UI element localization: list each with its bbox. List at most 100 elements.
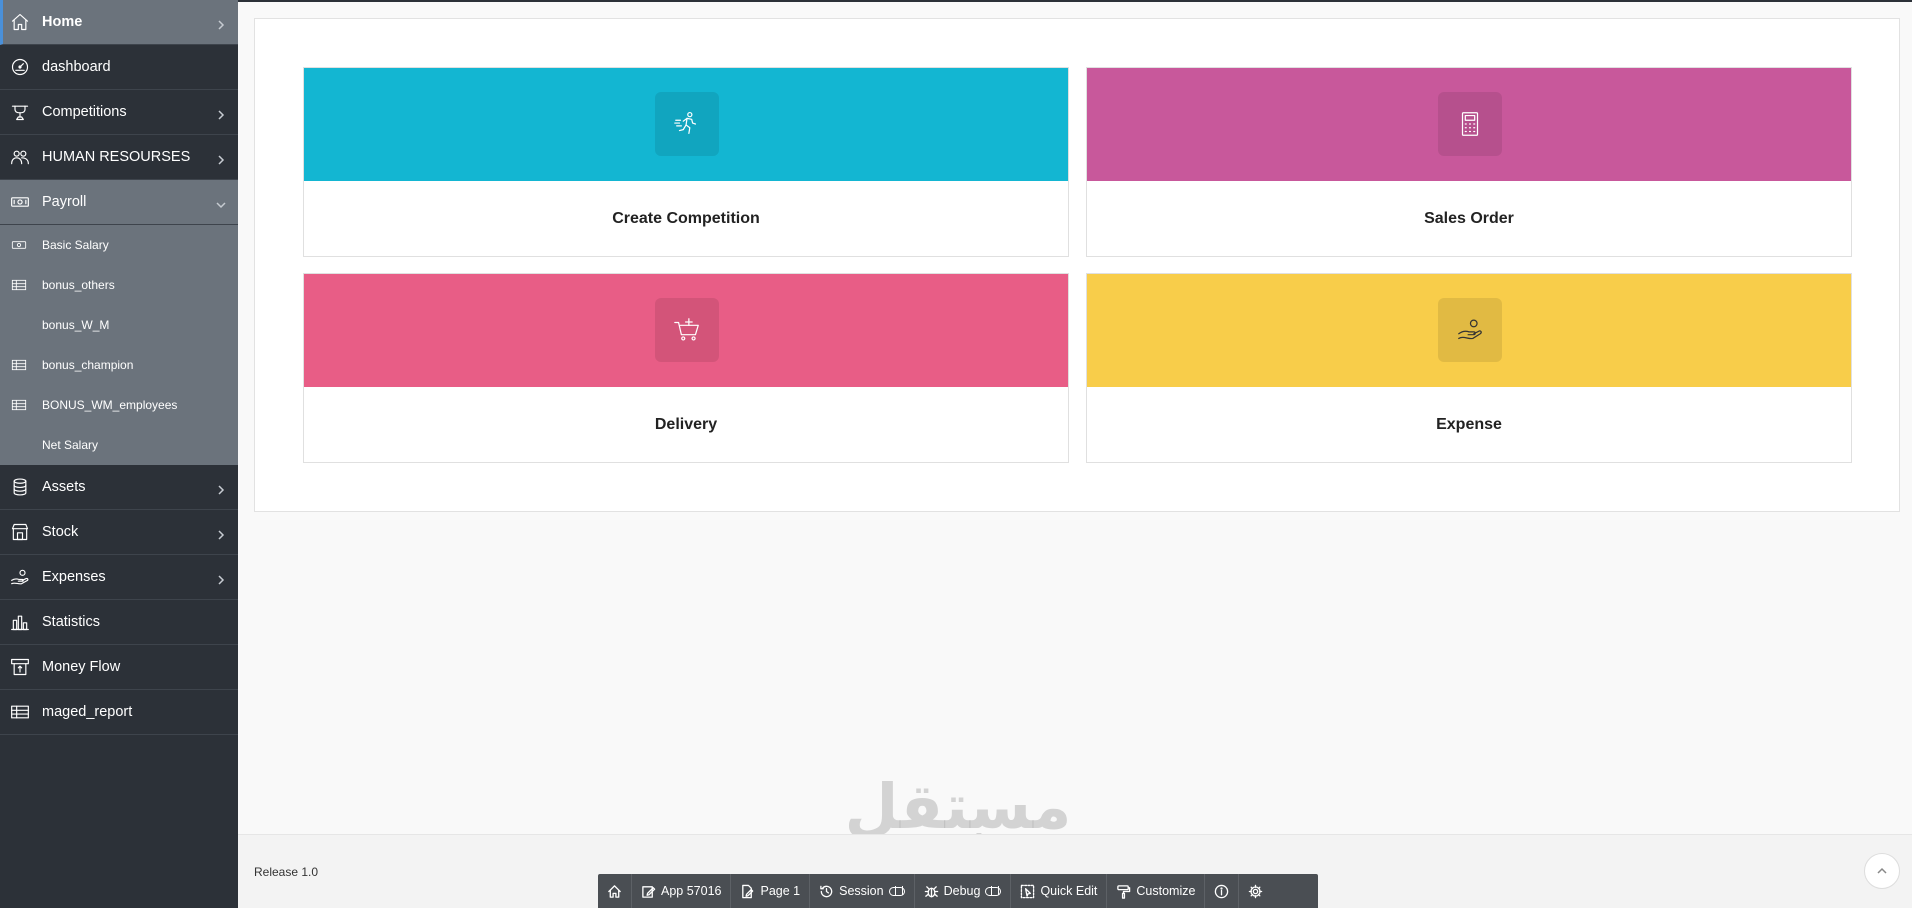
dev-session-button[interactable]: Session <box>810 874 915 908</box>
card-title: Create Competition <box>612 210 760 227</box>
chevron-up-icon <box>1877 867 1887 874</box>
dev-app-button[interactable]: App 57016 <box>632 874 732 908</box>
scroll-to-top-button[interactable] <box>1864 853 1900 889</box>
dev-customize-button[interactable]: Customize <box>1107 874 1206 908</box>
sidebar-subitem-bonus-champion[interactable]: bonus_champion <box>0 345 238 385</box>
sidebar-item-human-resources[interactable]: HUMAN RESOURSES <box>0 135 238 180</box>
dev-home-button[interactable] <box>598 874 632 908</box>
chevron-right-icon <box>216 527 226 540</box>
people-icon <box>9 146 31 168</box>
info-icon <box>1215 884 1229 898</box>
card-color-band <box>304 274 1068 387</box>
sidebar-item-expenses[interactable]: Expenses <box>0 555 238 600</box>
session-toggle-icon[interactable] <box>888 886 905 896</box>
running-person-icon <box>674 111 697 134</box>
dev-customize-label: Customize <box>1136 884 1196 898</box>
chevron-right-icon <box>216 572 226 585</box>
chevron-right-icon <box>216 107 226 120</box>
card-icon-badge <box>1438 298 1502 362</box>
competitions-icon <box>9 101 31 123</box>
sidebar-subitem-basic-salary[interactable]: Basic Salary <box>0 225 238 265</box>
dev-debug-button[interactable]: Debug <box>915 874 1012 908</box>
hand-coin-icon <box>9 566 31 588</box>
release-version: Release 1.0 <box>254 865 319 879</box>
sidebar-item-money-flow[interactable]: Money Flow <box>0 645 238 690</box>
sidebar-item-home[interactable]: Home <box>0 0 238 45</box>
sidebar-item-payroll[interactable]: Payroll <box>0 180 238 225</box>
sidebar-item-competitions[interactable]: Competitions <box>0 90 238 135</box>
paint-roller-icon <box>1117 884 1131 899</box>
sidebar-nav: Home dashboard Competitions HUMAN RESOUR… <box>0 0 238 908</box>
edit-page-icon <box>742 884 754 898</box>
home-icon <box>9 11 31 33</box>
card-expense[interactable]: Expense <box>1086 273 1852 463</box>
chevron-down-icon <box>216 197 226 209</box>
dev-quick-edit-button[interactable]: Quick Edit <box>1011 874 1108 908</box>
card-sales-order[interactable]: Sales Order <box>1086 67 1852 257</box>
developer-toolbar: App 57016 Page 1 Session Debug Quick Edi… <box>598 874 1318 908</box>
sidebar-item-dashboard[interactable]: dashboard <box>0 45 238 90</box>
chevron-right-icon <box>216 152 226 165</box>
calculator-icon <box>1461 112 1479 136</box>
card-color-band <box>304 68 1068 181</box>
money-bill-icon <box>9 191 31 213</box>
sidebar-item-label: Home <box>42 14 83 30</box>
dev-debug-label: Debug <box>943 884 981 898</box>
debug-toggle-icon[interactable] <box>985 886 1002 896</box>
sidebar-subitem-label: bonus_others <box>42 278 115 292</box>
cart-plus-icon <box>674 318 699 341</box>
sidebar-subitem-label: Basic Salary <box>42 238 109 252</box>
card-title: Expense <box>1436 416 1502 433</box>
sidebar-item-label: Payroll <box>42 194 87 210</box>
sidebar-item-label: Expenses <box>42 569 106 585</box>
sidebar-subitem-bonus-w-m[interactable]: bonus_W_M <box>0 305 238 345</box>
dev-page-label: Page 1 <box>760 884 801 898</box>
cards-region: Create Competition Sales Order Delivery … <box>254 18 1900 512</box>
card-icon-badge <box>655 298 719 362</box>
card-icon-badge <box>655 92 719 156</box>
sidebar-subitem-label: bonus_champion <box>42 358 134 372</box>
payroll-submenu: Basic Salary bonus_others bonus_W_M bonu… <box>0 225 238 465</box>
table-icon <box>10 276 28 294</box>
table-icon <box>9 701 31 723</box>
card-icon-badge <box>1438 92 1502 156</box>
sidebar-item-label: maged_report <box>42 704 133 720</box>
dev-session-label: Session <box>839 884 884 898</box>
main-content: Create Competition Sales Order Delivery … <box>238 2 1912 834</box>
sidebar-subitem-net-salary[interactable]: Net Salary <box>0 425 238 465</box>
sidebar-item-label: Competitions <box>42 104 127 120</box>
sidebar-item-label: dashboard <box>42 59 111 75</box>
edit-app-icon <box>642 885 656 898</box>
store-icon <box>9 521 31 543</box>
sidebar-subitem-label: BONUS_WM_employees <box>42 398 178 412</box>
dev-quick-edit-label: Quick Edit <box>1040 884 1098 898</box>
database-icon <box>9 476 31 498</box>
card-create-competition[interactable]: Create Competition <box>303 67 1069 257</box>
dev-info-button[interactable] <box>1205 874 1240 908</box>
home-icon <box>608 884 621 898</box>
sidebar-item-maged-report[interactable]: maged_report <box>0 690 238 735</box>
card-color-band <box>1087 68 1851 181</box>
sidebar-item-assets[interactable]: Assets <box>0 465 238 510</box>
sidebar-item-label: Statistics <box>42 614 101 630</box>
sidebar-item-stock[interactable]: Stock <box>0 510 238 555</box>
sidebar-item-label: Stock <box>42 524 79 540</box>
dashboard-gauge-icon <box>9 56 31 78</box>
sidebar-subitem-bonus-others[interactable]: bonus_others <box>0 265 238 305</box>
session-history-icon <box>820 885 833 897</box>
card-delivery[interactable]: Delivery <box>303 273 1069 463</box>
sidebar-item-label: Assets <box>42 479 86 495</box>
sidebar-subitem-label: bonus_W_M <box>42 318 110 332</box>
sidebar-item-label: HUMAN RESOURSES <box>42 149 191 165</box>
bar-chart-icon <box>9 611 31 633</box>
card-color-band <box>1087 274 1851 387</box>
money-bill-icon <box>10 236 28 254</box>
dev-page-button[interactable]: Page 1 <box>731 874 811 908</box>
dev-settings-button[interactable] <box>1239 874 1272 908</box>
chevron-right-icon <box>216 482 226 495</box>
table-icon <box>10 356 28 374</box>
sidebar-item-statistics[interactable]: Statistics <box>0 600 238 645</box>
sidebar-subitem-bonus-wm-employees[interactable]: BONUS_WM_employees <box>0 385 238 425</box>
bug-icon <box>924 885 938 897</box>
chevron-right-icon <box>216 17 226 30</box>
